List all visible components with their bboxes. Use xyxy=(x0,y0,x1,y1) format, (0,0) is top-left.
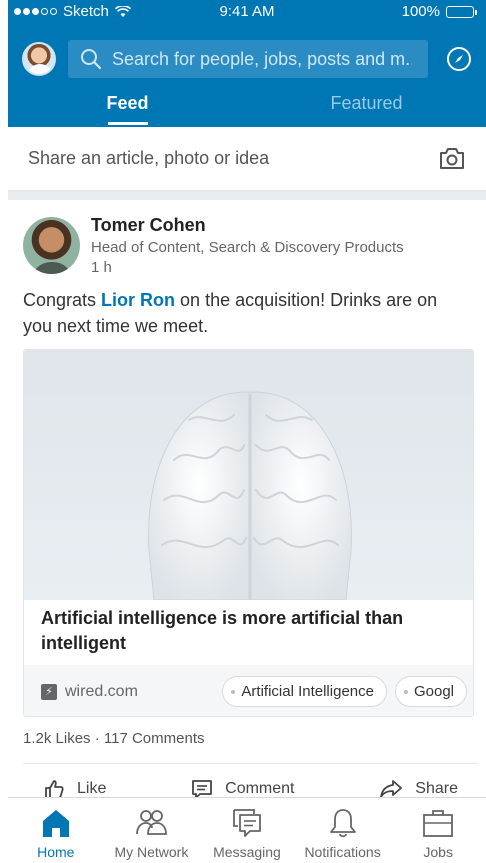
author-name[interactable]: Tomer Cohen xyxy=(91,215,206,236)
status-bar: Sketch 9:41 AM 100% xyxy=(8,0,486,26)
search-icon xyxy=(81,49,102,70)
battery-group: 100% xyxy=(401,3,477,20)
battery-label: 100% xyxy=(401,3,440,20)
tab-my-network[interactable]: My Network xyxy=(104,798,200,863)
tab-messaging-label: Messaging xyxy=(213,844,281,860)
network-icon xyxy=(136,810,168,835)
post-time: 1 h xyxy=(91,259,112,276)
share-box[interactable]: Share an article, photo or idea xyxy=(8,127,486,191)
bottom-tab-bar: Home My Network Messaging Notifications … xyxy=(8,797,486,863)
author-headline: Head of Content, Search & Discovery Prod… xyxy=(91,239,404,256)
share-prompt: Share an article, photo or idea xyxy=(28,148,270,168)
tab-notifications-label: Notifications xyxy=(304,844,381,860)
tab-feed-label: Feed xyxy=(106,93,149,113)
bell-icon xyxy=(329,809,356,838)
tab-featured-label: Featured xyxy=(330,93,403,113)
topic-chip[interactable]: Googl xyxy=(394,676,467,707)
source-label: wired.com xyxy=(65,682,138,700)
profile-avatar[interactable] xyxy=(22,42,56,76)
post-text-before: Congrats xyxy=(23,290,102,310)
article-source[interactable]: ⚡ wired.com xyxy=(41,683,222,701)
battery-icon xyxy=(446,5,477,18)
likes-count[interactable]: 1.2k Likes xyxy=(23,730,91,747)
camera-icon[interactable] xyxy=(438,147,466,171)
article-footer: ⚡ wired.com Artificial Intelligence Goog… xyxy=(24,665,473,716)
mention-link[interactable]: Lior Ron xyxy=(101,290,175,310)
post-text: Congrats Lior Ron on the acquisition! Dr… xyxy=(23,287,463,339)
brain-image xyxy=(148,391,352,600)
share-label: Share xyxy=(415,780,458,797)
tab-featured[interactable]: Featured xyxy=(247,86,486,127)
article-title[interactable]: Artificial intelligence is more artifici… xyxy=(41,606,461,656)
actions-divider xyxy=(23,763,478,764)
tab-messaging[interactable]: Messaging xyxy=(199,798,295,863)
active-tab-indicator xyxy=(107,122,148,125)
tab-my-network-label: My Network xyxy=(114,844,189,860)
author-avatar[interactable] xyxy=(23,217,80,274)
compass-icon[interactable] xyxy=(446,46,472,72)
like-label: Like xyxy=(77,780,107,797)
search-input[interactable] xyxy=(112,48,412,70)
count-separator: · xyxy=(94,730,100,747)
topic-chip[interactable]: Artificial Intelligence xyxy=(222,676,387,707)
tab-jobs-label: Jobs xyxy=(423,844,453,860)
feed-divider xyxy=(8,191,486,200)
tab-home-label: Home xyxy=(37,844,75,860)
tab-notifications[interactable]: Notifications xyxy=(295,798,391,863)
feed-tabs: Feed Featured xyxy=(8,86,486,127)
comment-label: Comment xyxy=(225,780,295,797)
topic-chip-label: Artificial Intelligence xyxy=(241,683,374,700)
article-card[interactable]: Artificial intelligence is more artifici… xyxy=(23,349,474,717)
top-header: Sketch 9:41 AM 100% Feed Featured xyxy=(8,0,486,127)
article-image xyxy=(24,350,473,600)
search-bar[interactable] xyxy=(68,40,428,78)
tab-jobs[interactable]: Jobs xyxy=(390,798,486,863)
social-counts: 1.2k Likes · 117 Comments xyxy=(23,730,205,747)
comments-count[interactable]: 117 Comments xyxy=(104,730,205,747)
feed-post: Tomer Cohen Head of Content, Search & Di… xyxy=(8,200,486,799)
tab-home[interactable]: Home xyxy=(8,798,104,863)
messaging-icon xyxy=(233,809,261,837)
lightning-icon: ⚡ xyxy=(41,683,57,700)
home-icon xyxy=(42,810,69,837)
briefcase-icon xyxy=(423,810,454,837)
tab-feed[interactable]: Feed xyxy=(8,86,247,127)
topic-chip-label: Googl xyxy=(413,683,454,700)
